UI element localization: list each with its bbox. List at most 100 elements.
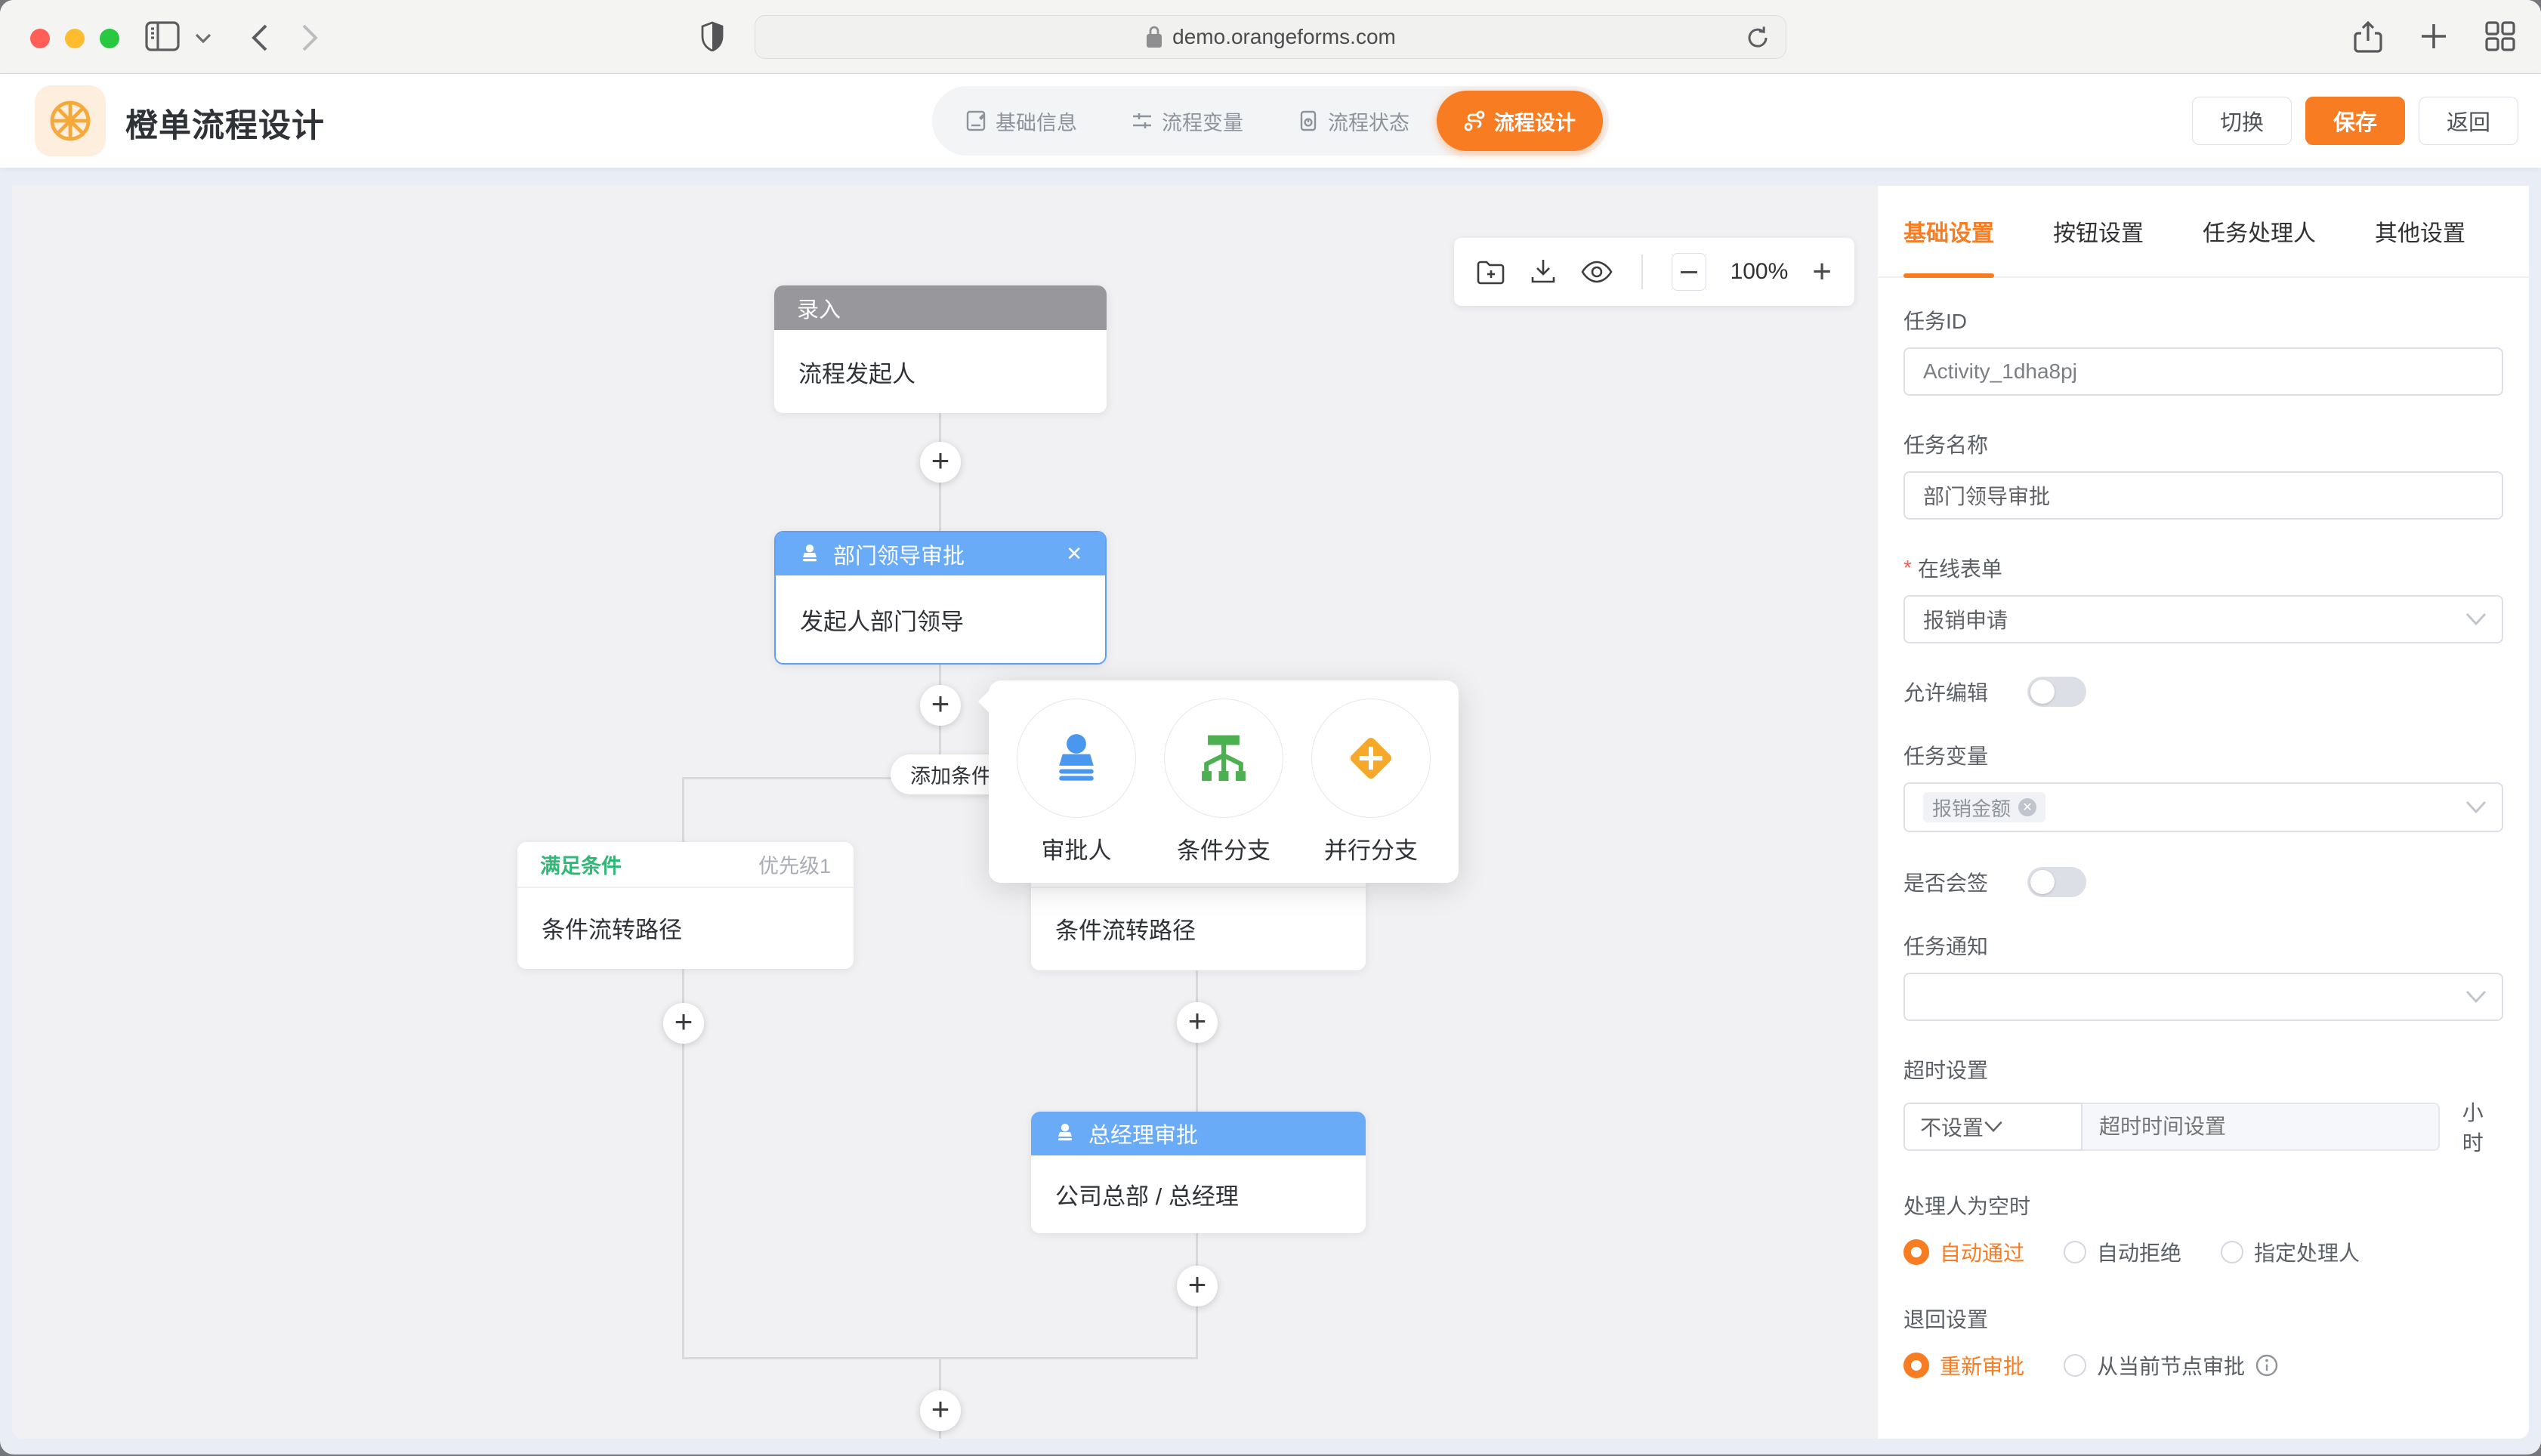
required-asterisk: * [1903,556,1912,580]
form-info-icon [965,110,986,131]
canvas-toolbar: 100% + [1454,238,1854,306]
chevron-down-icon[interactable] [195,33,211,44]
flow-design-icon [1464,110,1485,131]
approver-stamp-icon [798,543,821,566]
add-node-menu: 审批人 条件分支 并行分支 [989,680,1459,883]
allow-edit-toggle[interactable] [2027,677,2086,707]
zoom-window-button[interactable] [100,29,119,48]
settings-panel: 基础设置 按钮设置 任务处理人 其他设置 任务ID 任务名称 * 在线表单 报销… [1878,186,2529,1439]
empty-handler-radio-group: 自动通过 自动拒绝 指定处理人 [1903,1237,2503,1267]
task-id-label: 任务ID [1903,305,2503,335]
radio-assign-handler[interactable]: 指定处理人 [2221,1237,2360,1267]
tab-other-settings[interactable]: 其他设置 [2375,186,2465,276]
remove-tag-icon[interactable]: ✕ [2018,798,2036,816]
forward-button[interactable] [301,23,320,53]
node-start[interactable]: 录入 流程发起人 [774,285,1107,413]
condition-branch-icon [1195,730,1252,787]
variable-tag: 报销金额 ✕ [1923,792,2045,822]
close-icon[interactable]: ✕ [1066,542,1082,566]
radio-icon [2064,1354,2086,1377]
approver-stamp-icon [1054,1122,1076,1145]
new-tab-icon[interactable] [2419,21,2449,54]
radio-icon [1903,1239,1929,1265]
zoom-out-button[interactable] [1672,253,1706,291]
radio-icon [2221,1241,2243,1263]
menu-item-approver[interactable]: 审批人 [1017,699,1136,883]
variables-icon [1132,110,1153,131]
radio-icon [2064,1241,2086,1263]
app-header: 橙单流程设计 基础信息 流程变量 流程状态 流程设计 切换 保存 返回 [0,74,2541,168]
tab-flow-variables[interactable]: 流程变量 [1104,91,1270,151]
add-node-button[interactable] [920,1390,961,1431]
node-gm-approval[interactable]: 总经理审批 公司总部 / 总经理 [1031,1112,1366,1233]
reload-icon[interactable] [1745,25,1771,51]
return-setting-label: 退回设置 [1903,1303,2503,1334]
back-to-list-button[interactable]: 返回 [2419,97,2518,145]
tab-overview-icon[interactable] [2485,21,2515,54]
browser-chrome: demo.orangeforms.com [0,0,2541,74]
task-variables-label: 任务变量 [1903,740,2503,770]
allow-edit-label: 允许编辑 [1903,677,1988,707]
task-id-input[interactable] [1903,347,2503,396]
toolbar-divider [1641,254,1643,289]
connector-line [682,777,684,844]
flow-nav-tabs: 基础信息 流程变量 流程状态 流程设计 [932,86,1609,156]
browser-window: demo.orangeforms.com 橙单流程设计 基础信息 [0,0,2541,1454]
add-node-button[interactable] [920,685,961,726]
add-node-button[interactable] [663,1003,704,1044]
zoom-in-button[interactable]: + [1812,255,1832,288]
switch-button[interactable]: 切换 [2192,97,2292,145]
share-icon[interactable] [2354,21,2382,54]
approver-stamp-icon [1048,730,1105,787]
minimize-window-button[interactable] [65,29,85,48]
countersign-toggle[interactable] [2027,867,2086,897]
tab-flow-status[interactable]: 流程状态 [1270,91,1437,151]
page-title: 橙单流程设计 [125,100,325,147]
add-node-button[interactable] [1177,1266,1218,1306]
task-notify-label: 任务通知 [1903,930,2503,961]
task-name-label: 任务名称 [1903,429,2503,459]
tab-task-assignee[interactable]: 任务处理人 [2203,186,2316,276]
timeout-unit: 小时 [2462,1097,2503,1157]
radio-auto-reject[interactable]: 自动拒绝 [2064,1237,2181,1267]
timeout-label: 超时设置 [1903,1054,2503,1084]
task-notify-select[interactable] [1903,973,2503,1021]
timeout-value-input[interactable] [2083,1103,2440,1151]
menu-item-condition-branch[interactable]: 条件分支 [1164,699,1283,883]
tab-basic-info[interactable]: 基础信息 [938,91,1104,151]
tab-flow-design[interactable]: 流程设计 [1437,91,1603,151]
chevron-down-icon [2465,612,2487,626]
add-node-button[interactable] [920,442,961,483]
save-button[interactable]: 保存 [2305,97,2405,145]
url-text: demo.orangeforms.com [1172,25,1396,49]
lock-icon [1145,25,1163,49]
chevron-down-icon [2465,990,2487,1004]
menu-item-parallel-branch[interactable]: 并行分支 [1311,699,1431,883]
flow-canvas[interactable]: 100% + 录入 流程发起人 部门领导审批 ✕ 发起人部门领导 添加条件 [12,186,1878,1439]
shield-icon [701,21,724,51]
radio-icon [1903,1353,1929,1378]
close-window-button[interactable] [30,29,50,48]
radio-auto-pass[interactable]: 自动通过 [1903,1237,2024,1267]
download-icon[interactable] [1530,258,1557,285]
chevron-down-icon [2465,800,2487,814]
task-variables-select[interactable]: 报销金额 ✕ [1903,782,2503,832]
tab-basic-settings[interactable]: 基础设置 [1903,186,1994,276]
radio-re-approve[interactable]: 重新审批 [1903,1350,2024,1380]
parallel-branch-icon [1342,730,1400,787]
task-name-input[interactable] [1903,471,2503,520]
status-doc-icon [1298,110,1319,131]
add-node-button[interactable] [1177,1002,1218,1043]
preview-eye-icon[interactable] [1581,261,1613,283]
radio-from-current-node[interactable]: 从当前节点审批 [2064,1350,2278,1380]
browser-sidebar-icon[interactable] [145,21,180,51]
node-dept-approval[interactable]: 部门领导审批 ✕ 发起人部门领导 [774,531,1107,665]
online-form-select[interactable]: 报销申请 [1903,595,2503,643]
back-button[interactable] [249,23,269,53]
address-bar[interactable]: demo.orangeforms.com [755,15,1786,59]
timeout-mode-select[interactable]: 不设置 [1903,1103,2083,1151]
open-file-icon[interactable] [1477,259,1505,285]
node-condition-left[interactable]: 满足条件 优先级1 条件流转路径 [517,842,854,969]
tab-button-settings[interactable]: 按钮设置 [2053,186,2144,276]
app-logo [35,85,106,156]
